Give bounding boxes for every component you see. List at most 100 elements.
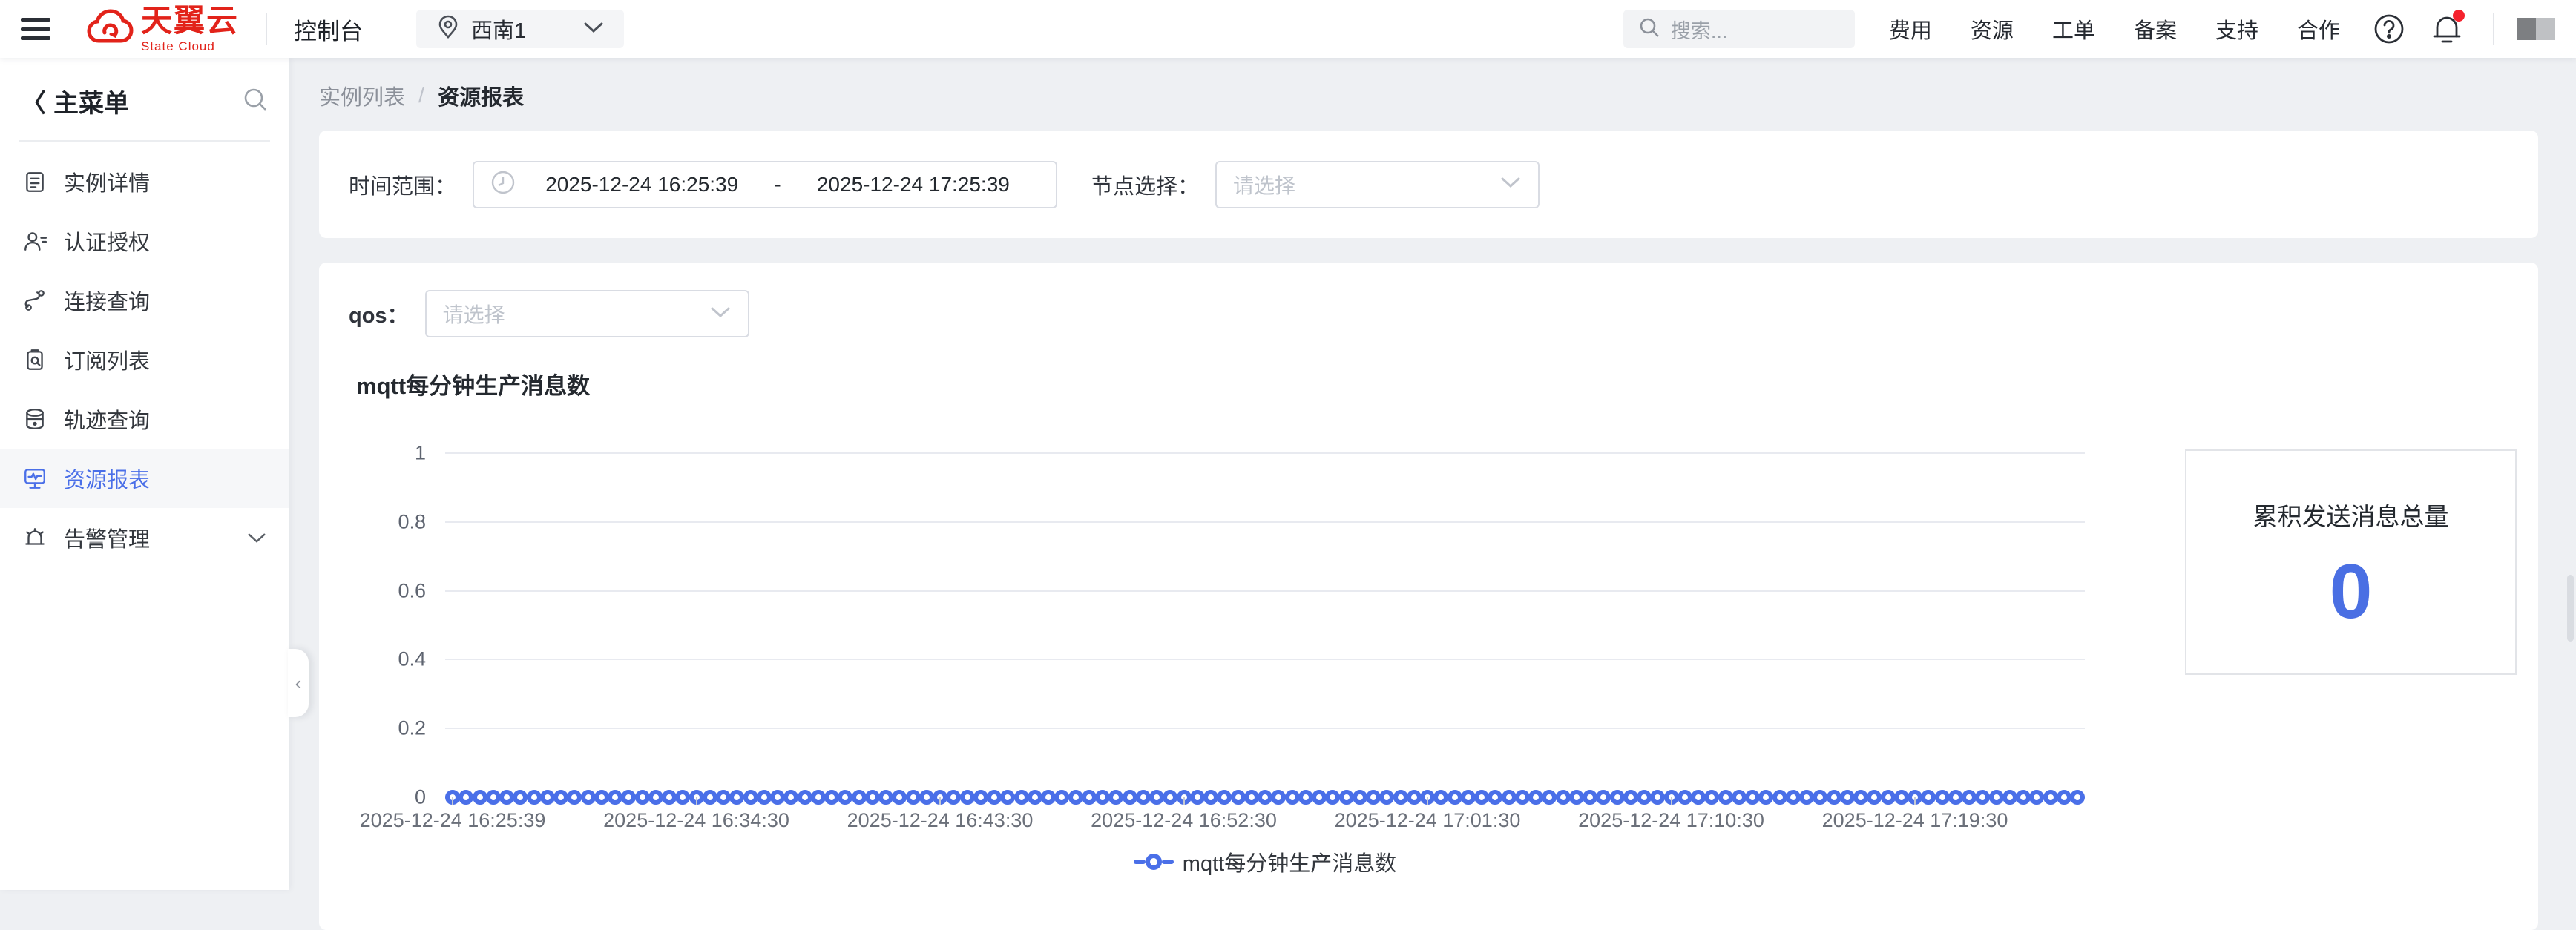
sidebar-item-alarm[interactable]: 告警管理 [0,508,289,567]
data-point-marker[interactable] [1054,790,1069,805]
data-point-marker[interactable] [1285,790,1300,805]
user-avatar[interactable] [2517,18,2555,40]
sidebar-search-icon[interactable] [242,86,269,116]
time-range-picker[interactable]: 2025-12-24 16:25:39 - 2025-12-24 17:25:3… [473,161,1057,208]
data-point-marker[interactable] [892,790,907,805]
data-point-marker[interactable] [1975,790,1990,805]
data-point-marker[interactable] [2002,790,2017,805]
data-point-marker[interactable] [1448,790,1462,805]
legend-item[interactable]: mqtt每分钟生产消息数 [1134,846,1396,877]
data-point-marker[interactable] [1136,790,1151,805]
data-point-marker[interactable] [1989,790,2004,805]
global-search-input[interactable]: 搜索... [1623,10,1855,48]
data-point-marker[interactable] [1894,790,1909,805]
data-point-marker[interactable] [703,790,717,805]
data-point-marker[interactable] [1623,790,1638,805]
data-point-marker[interactable] [1217,790,1232,805]
help-button[interactable] [2373,13,2405,45]
data-point-marker[interactable] [960,790,975,805]
data-point-marker[interactable] [1068,790,1083,805]
topbar-link[interactable]: 资源 [1971,13,2014,44]
data-point-marker[interactable] [1271,790,1286,805]
data-point-marker[interactable] [1678,790,1692,805]
notifications-button[interactable] [2431,13,2463,45]
menu-hamburger-icon[interactable] [21,18,50,40]
data-point-marker[interactable] [946,790,961,805]
sidebar-item-subscription[interactable]: 订阅列表 [0,330,289,389]
data-point-marker[interactable] [513,790,528,805]
data-point-marker[interactable] [1082,790,1097,805]
data-point-marker[interactable] [1596,790,1611,805]
time-end-value[interactable]: 2025-12-24 17:25:39 [787,173,1039,197]
topbar-link[interactable]: 费用 [1889,13,1932,44]
sidebar-item-connection[interactable]: 连接查询 [0,271,289,330]
sidebar-item-auth[interactable]: 认证授权 [0,211,289,271]
data-point-marker[interactable] [2057,790,2071,805]
region-selector[interactable]: 西南1 [416,10,624,48]
data-point-marker[interactable] [865,790,880,805]
data-point-marker[interactable] [1190,790,1205,805]
data-point-marker[interactable] [567,790,582,805]
data-point-marker[interactable] [852,790,867,805]
data-point-marker[interactable] [1881,790,1896,805]
data-point-marker[interactable] [906,790,921,805]
data-point-marker[interactable] [878,790,893,805]
data-point-marker[interactable] [1014,790,1029,805]
data-point-marker[interactable] [811,790,826,805]
data-point-marker[interactable] [973,790,988,805]
data-point-marker[interactable] [1718,790,1733,805]
page-scrollbar-thumb[interactable] [2567,575,2574,642]
data-point-marker[interactable] [1298,790,1313,805]
data-point-marker[interactable] [1461,790,1476,805]
data-point-marker[interactable] [1921,790,1936,805]
line-chart-plot[interactable]: 00.20.40.60.812025-12-24 16:25:392025-12… [445,453,2085,797]
data-point-marker[interactable] [757,790,772,805]
data-point-marker[interactable] [635,790,650,805]
data-point-marker[interactable] [1583,790,1597,805]
data-point-marker[interactable] [1231,790,1246,805]
sidebar-item-instance-detail[interactable]: 实例详情 [0,152,289,211]
data-point-marker[interactable] [1650,790,1665,805]
data-point-marker[interactable] [1853,790,1868,805]
data-point-marker[interactable] [1704,790,1719,805]
data-point-marker[interactable] [1433,790,1448,805]
data-point-marker[interactable] [1610,790,1625,805]
data-point-marker[interactable] [2016,790,2031,805]
data-point-marker[interactable] [1325,790,1340,805]
sidebar-collapse-handle[interactable]: ‹ [288,649,309,717]
qos-select[interactable]: 请选择 [425,290,749,337]
data-point-marker[interactable] [1556,790,1571,805]
node-select[interactable]: 请选择 [1215,161,1540,208]
data-point-marker[interactable] [1948,790,1963,805]
sidebar-item-report[interactable]: 资源报表 [0,449,289,508]
data-point-marker[interactable] [459,790,473,805]
breadcrumb-parent[interactable]: 实例列表 [319,80,405,111]
data-point-marker[interactable] [1502,790,1517,805]
data-point-marker[interactable] [1474,790,1489,805]
data-point-marker[interactable] [1312,790,1327,805]
data-point-marker[interactable] [1515,790,1530,805]
data-point-marker[interactable] [1366,790,1381,805]
data-point-marker[interactable] [662,790,677,805]
data-point-marker[interactable] [1123,790,1137,805]
data-point-marker[interactable] [1000,790,1015,805]
data-point-marker[interactable] [1758,790,1773,805]
data-point-marker[interactable] [1244,790,1259,805]
data-point-marker[interactable] [2070,790,2085,805]
data-point-marker[interactable] [473,790,487,805]
data-point-marker[interactable] [1732,790,1747,805]
data-point-marker[interactable] [1786,790,1801,805]
data-point-marker[interactable] [716,790,731,805]
data-point-marker[interactable] [783,790,798,805]
topbar-link[interactable]: 工单 [2052,13,2095,44]
data-point-marker[interactable] [1163,790,1177,805]
data-point-marker[interactable] [1799,790,1814,805]
console-link[interactable]: 控制台 [294,13,363,46]
data-point-marker[interactable] [1149,790,1164,805]
data-point-marker[interactable] [2043,790,2058,805]
data-point-marker[interactable] [1488,790,1502,805]
data-point-marker[interactable] [486,790,501,805]
data-point-marker[interactable] [1393,790,1408,805]
data-point-marker[interactable] [919,790,934,805]
data-point-marker[interactable] [594,790,609,805]
